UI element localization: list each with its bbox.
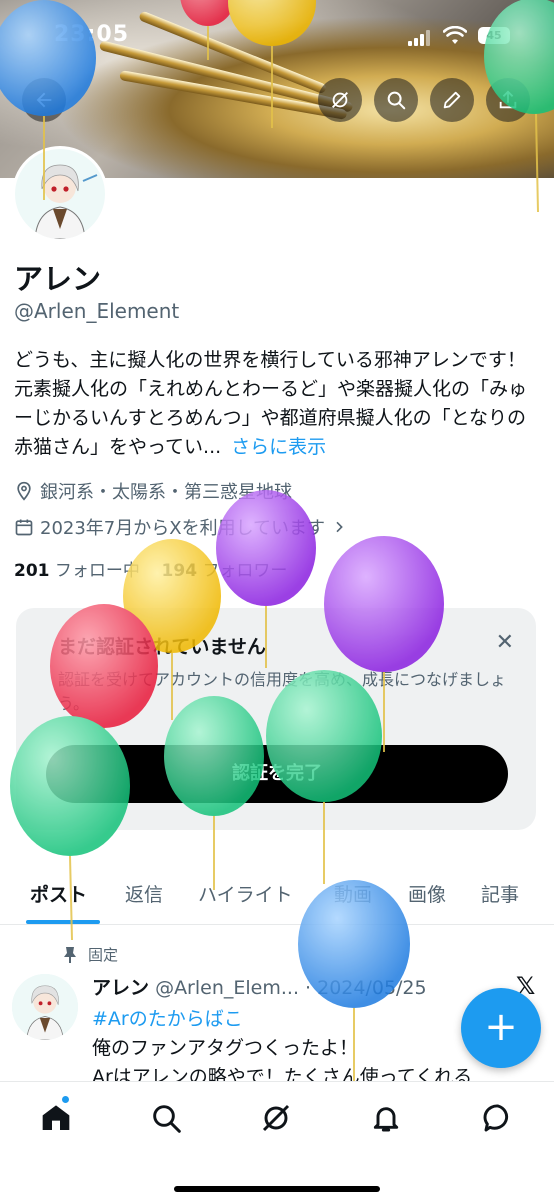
tab-replies[interactable]: 返信 <box>125 880 163 907</box>
post-author[interactable]: アレン <box>92 977 149 999</box>
tab-highlights[interactable]: ハイライト <box>198 880 293 907</box>
calendar-icon <box>15 519 33 536</box>
following-label: フォロー中 <box>54 561 140 581</box>
home-icon[interactable] <box>40 1102 72 1134</box>
pinned-label: 固定 <box>88 946 119 964</box>
profile-avatar[interactable] <box>12 146 108 242</box>
post-avatar[interactable] <box>12 974 78 1040</box>
grok-icon[interactable] <box>260 1102 292 1134</box>
battery-level: 45 <box>486 29 502 42</box>
grok-button[interactable] <box>318 78 362 122</box>
post-handle-date: @Arlen_Elem... · 2024/05/25 <box>155 977 427 999</box>
tab-articles[interactable]: 記事 <box>481 880 519 907</box>
profile-location: 銀河系・太陽系・第三惑星地球 <box>14 478 292 504</box>
verify-card-title: まだ認証されていません <box>58 636 266 658</box>
status-time: 23:05 <box>54 22 130 47</box>
messages-icon[interactable] <box>482 1102 514 1134</box>
grok-icon <box>332 92 348 108</box>
back-arrow-icon <box>36 92 52 108</box>
following-link[interactable]: 201 フォロー中 <box>14 561 140 581</box>
edit-button[interactable] <box>430 78 474 122</box>
tab-posts[interactable]: ポスト <box>30 880 87 907</box>
followers-label: フォロワー <box>202 561 288 581</box>
share-button[interactable] <box>486 78 530 122</box>
profile-tabs: ポスト 返信 ハイライト 動画 画像 記事 <box>0 864 554 925</box>
followers-count: 194 <box>161 561 198 581</box>
profile-bio: どうも、主に擬人化の世界を横行している邪神アレンです！元素擬人化の「えれめんとわ… <box>14 346 544 462</box>
follow-stats: 201 フォロー中 194 フォロワー <box>14 556 287 581</box>
wifi-icon <box>443 26 467 44</box>
search-button[interactable] <box>374 78 418 122</box>
pin-icon <box>64 946 76 963</box>
following-count: 201 <box>14 561 50 581</box>
profile-handle: @Arlen_Element <box>14 299 180 323</box>
verify-button[interactable]: 認証を完了 <box>46 745 508 803</box>
post-header: アレン @Arlen_Elem... · 2024/05/25 <box>92 973 427 1000</box>
close-icon[interactable]: ✕ <box>496 630 514 655</box>
pinned-indicator: 固定 <box>62 944 118 965</box>
avatar-illustration <box>15 149 105 239</box>
active-tab-indicator <box>26 920 100 924</box>
post-hashtag[interactable]: #Arのたからばこ <box>92 1004 243 1031</box>
home-indicator <box>174 1186 380 1192</box>
home-notification-dot <box>62 1096 69 1103</box>
signal-icon <box>408 30 434 46</box>
verify-card: まだ認証されていません ✕ 認証を受けてアカウントの信用度を高め、成長につなげま… <box>16 608 536 830</box>
verify-card-body: 認証を受けてアカウントの信用度を高め、成長につなげましょう。 <box>58 670 507 713</box>
tab-videos[interactable]: 動画 <box>334 880 372 907</box>
location-text: 銀河系・太陽系・第三惑星地球 <box>40 482 292 503</box>
bottom-navigation <box>0 1081 554 1201</box>
chevron-right-icon <box>336 521 343 533</box>
status-bar: 23:05 45 <box>0 22 554 52</box>
followers-link[interactable]: 194 フォロワー <box>162 561 288 581</box>
show-more-link[interactable]: さらに表示 <box>231 436 326 458</box>
avatar-illustration <box>12 974 78 1040</box>
compose-post-button[interactable]: + <box>461 988 541 1068</box>
edit-icon <box>443 91 461 109</box>
back-button[interactable] <box>22 78 66 122</box>
battery-icon: 45 <box>478 27 510 44</box>
profile-joined[interactable]: 2023年7月からXを利用しています <box>14 514 353 540</box>
tab-images[interactable]: 画像 <box>408 880 446 907</box>
profile-name: アレン <box>14 262 102 296</box>
joined-text: 2023年7月からXを利用しています <box>40 518 326 539</box>
search-icon <box>387 91 406 110</box>
share-icon <box>499 90 517 109</box>
notifications-icon[interactable] <box>370 1102 402 1134</box>
location-pin-icon <box>17 481 31 501</box>
search-icon[interactable] <box>150 1102 182 1134</box>
